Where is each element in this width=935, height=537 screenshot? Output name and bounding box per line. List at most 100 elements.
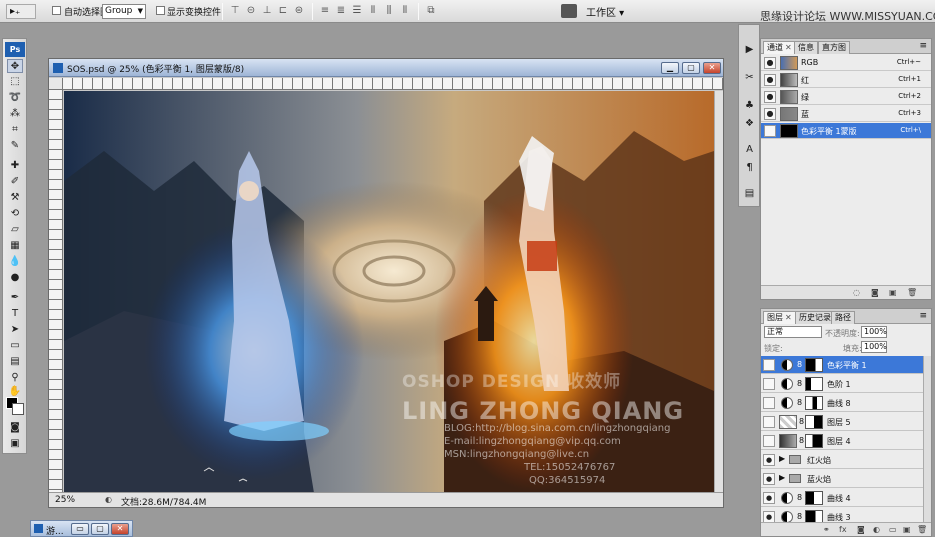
screen-mode-icon[interactable]: ▣ [7,437,23,451]
layer-mask-thumbnail[interactable] [805,415,823,429]
channel-row[interactable]: ● RGB Ctrl+~ [761,55,931,71]
eye-icon[interactable]: ● [764,108,776,120]
bridge-icon[interactable] [561,4,577,18]
auto-align-icon[interactable]: ⧉ [424,4,438,18]
minimized-document[interactable]: 游... ▭ ▢ ✕ [30,520,133,537]
blend-mode-dropdown[interactable]: 正常 [764,326,822,338]
blur-tool-icon[interactable]: 💧 [7,255,23,269]
channel-row[interactable]: ● 蓝 Ctrl+3 [761,106,931,122]
shape-tool-icon[interactable]: ▭ [7,339,23,353]
layer-row[interactable]: 8 图层 4 [761,432,923,450]
status-menu-icon[interactable]: ◐ [105,495,112,504]
maximize-button[interactable]: ▢ [91,523,109,535]
align-bottom-icon[interactable]: ⊥ [260,4,274,18]
load-selection-icon[interactable]: ◌ [853,288,860,297]
link-icon[interactable]: 8 [797,512,802,521]
link-icon[interactable]: 8 [797,398,802,407]
eye-icon[interactable]: ● [763,473,775,485]
layer-row-selected[interactable]: 8 色彩平衡 1 [761,356,923,374]
expand-triangle-icon[interactable]: ▶ [779,454,785,463]
history-brush-tool-icon[interactable]: ⟲ [7,207,23,221]
expand-triangle-icon[interactable]: ▶ [779,473,785,482]
link-icon[interactable]: 8 [797,360,802,369]
close-button[interactable]: ✕ [703,62,721,74]
vertical-ruler[interactable] [49,90,63,493]
tool-preset-picker[interactable]: ▸₊ [6,4,36,19]
layer-row[interactable]: 8 图层 5 [761,413,923,431]
new-adjustment-icon[interactable]: ◐ [873,525,880,534]
tab-info[interactable]: 信息 [794,41,818,54]
clone-stamp-tool-icon[interactable]: ⚒ [7,191,23,205]
eye-icon[interactable] [764,125,776,137]
channel-row-selected[interactable]: 色彩平衡 1蒙版 Ctrl+\ [761,123,931,139]
eye-icon[interactable]: ● [764,57,776,69]
marquee-tool-icon[interactable]: ⬚ [7,75,23,89]
character-icon[interactable]: A [742,143,757,157]
paragraph-icon[interactable]: ¶ [742,161,757,175]
link-layers-icon[interactable]: ⚭ [823,525,830,534]
align-top-icon[interactable]: ⊤ [228,4,242,18]
eyedropper-tool-icon[interactable]: ⚲ [7,371,23,385]
eye-icon[interactable]: ● [764,91,776,103]
crop-tool-icon[interactable]: ⌗ [7,123,23,137]
distribute-top-icon[interactable]: ≡ [318,4,332,18]
fill-field[interactable]: 100% [861,341,887,353]
link-icon[interactable]: 8 [797,379,802,388]
panel-menu-icon[interactable]: ≡ [919,41,927,51]
trash-icon[interactable]: 🗑 [907,288,917,297]
new-group-icon[interactable]: ▭ [889,525,897,534]
layers-scrollbar[interactable] [923,356,931,524]
tab-history[interactable]: 历史记录 [795,311,835,324]
layer-group-row[interactable]: ● ▶ 蓝火焰 [761,470,923,488]
save-selection-icon[interactable]: ◙ [871,288,879,297]
auto-select-dropdown[interactable]: Group ▼ [102,4,146,19]
layer-mask-thumbnail[interactable] [805,377,823,391]
panel-menu-icon[interactable]: ≡ [919,311,927,321]
eye-icon[interactable] [763,397,775,409]
vertical-scrollbar[interactable] [714,91,723,493]
layer-row[interactable]: ● 8 曲线 4 [761,489,923,507]
eye-icon[interactable] [763,378,775,390]
tools-icon[interactable]: ✂ [742,71,757,85]
eye-icon[interactable] [763,435,775,447]
link-icon[interactable]: 8 [799,436,804,445]
distribute-hcenter-icon[interactable]: ⫼ [382,4,396,18]
actions-icon[interactable]: ♣ [742,99,757,113]
eye-icon[interactable]: ● [763,492,775,504]
restore-button[interactable]: ▭ [71,523,89,535]
distribute-right-icon[interactable]: ⦀ [398,4,412,18]
layer-row[interactable]: 8 色阶 1 [761,375,923,393]
maximize-button[interactable]: ▢ [682,62,700,74]
tab-channels[interactable]: 通道 ✕ [763,41,796,54]
layer-mask-thumbnail[interactable] [805,396,823,410]
opacity-field[interactable]: 100% [861,326,887,338]
eraser-tool-icon[interactable]: ▱ [7,223,23,237]
path-select-tool-icon[interactable]: ➤ [7,323,23,337]
link-icon[interactable]: 8 [797,493,802,502]
auto-select-checkbox[interactable] [52,6,61,15]
layer-group-row[interactable]: ● ▶ 红火焰 [761,451,923,469]
layer-row[interactable]: 8 曲线 8 [761,394,923,412]
styles-icon[interactable]: ❖ [742,117,757,131]
horizontal-ruler[interactable] [63,78,723,90]
show-transform-checkbox[interactable] [156,6,165,15]
layer-style-icon[interactable]: fx [839,525,847,534]
layer-mask-thumbnail[interactable] [805,434,823,448]
align-hcenter-icon[interactable]: ⊜ [292,4,306,18]
document-titlebar[interactable]: SOS.psd @ 25% (色彩平衡 1, 图层蒙版/8) ▁ ▢ ✕ [49,59,723,77]
layer-mask-thumbnail[interactable] [805,358,823,372]
eye-icon[interactable]: ● [763,454,775,466]
close-button[interactable]: ✕ [111,523,129,535]
eye-icon[interactable] [763,359,775,371]
new-layer-icon[interactable]: ▣ [903,525,911,534]
quick-mask-icon[interactable]: ◙ [7,421,23,435]
eye-icon[interactable]: ● [764,74,776,86]
align-vcenter-icon[interactable]: ⊝ [244,4,258,18]
tab-paths[interactable]: 路径 [831,311,855,324]
move-tool-icon[interactable]: ✥ [7,59,23,73]
tab-histogram[interactable]: 直方图 [818,41,850,54]
distribute-left-icon[interactable]: ⫴ [366,4,380,18]
dodge-tool-icon[interactable]: ● [7,271,23,285]
tab-layers[interactable]: 图层 ✕ [763,311,796,324]
type-tool-icon[interactable]: T [7,307,23,321]
